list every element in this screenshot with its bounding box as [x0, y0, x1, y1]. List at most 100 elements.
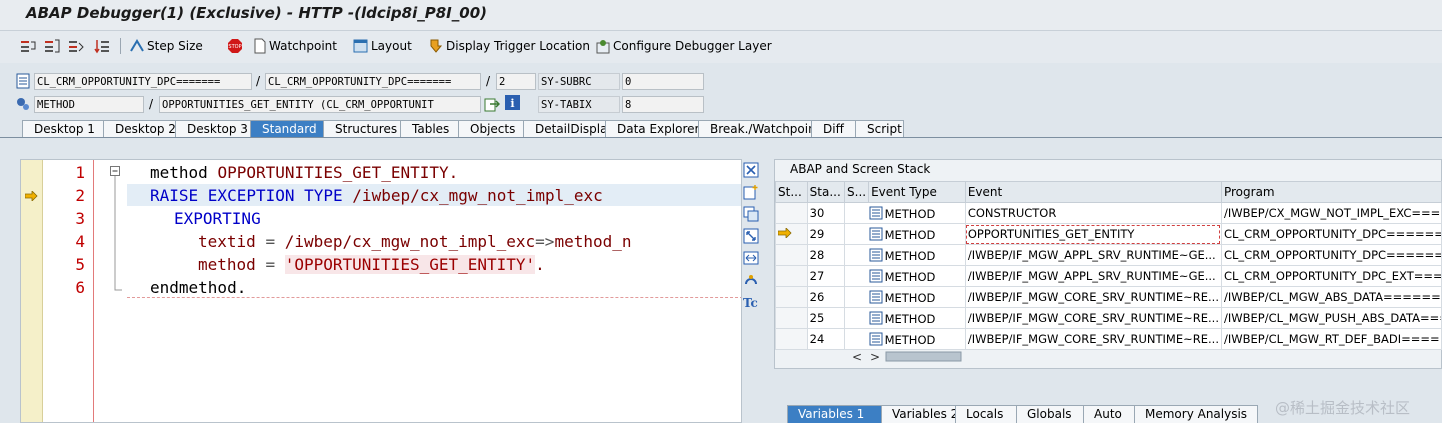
code-line-6: endmethod.	[150, 278, 246, 297]
stack-column-header[interactable]: Sta...	[806, 181, 846, 203]
new-tool-icon[interactable]	[743, 184, 759, 200]
stack-program: /IWBEP/CL_MGW_PUSH_ABS_DATA===	[1220, 307, 1442, 329]
window-title: ABAP Debugger(1) (Exclusive) - HTTP -(ld…	[26, 4, 487, 22]
sy-tabix-value[interactable]: 8	[622, 96, 704, 113]
stack-row[interactable]: 29 METHOD OPPORTUNITIES_GET_ENTITY CL_CRM_O…	[775, 223, 1442, 245]
program-field[interactable]: CL_CRM_OPPORTUNITY_DPC=======	[34, 73, 252, 90]
static-access-operator: =>	[535, 232, 555, 251]
continue-icon[interactable]	[94, 38, 110, 54]
tab-detaildisplay[interactable]: DetailDisplay	[523, 120, 615, 137]
method-icon	[869, 311, 883, 324]
stack-column-header[interactable]: Event	[964, 181, 1222, 203]
close-tool-icon[interactable]	[743, 162, 759, 178]
stack-event-type: METHOD	[868, 307, 966, 329]
current-marker-cell	[775, 244, 808, 266]
tab-tables[interactable]: Tables	[400, 120, 459, 137]
method-icon	[869, 290, 883, 303]
event-type-text: METHOD	[884, 311, 936, 326]
breakpoint-gutter[interactable]	[21, 160, 43, 422]
stack-column-header[interactable]: Event Type	[868, 181, 966, 203]
svg-text:STOP: STOP	[228, 44, 241, 50]
method-name: OPPORTUNITIES_GET_ENTITY	[217, 163, 449, 182]
include-field[interactable]: CL_CRM_OPPORTUNITY_DPC=======	[265, 73, 481, 90]
exception-class: /iwbep/cx_mgw_not_impl_exc	[352, 186, 603, 205]
layout-button[interactable]: Layout	[353, 37, 412, 55]
stack-program: /IWBEP/CX_MGW_NOT_IMPL_EXC===	[1220, 202, 1442, 224]
tab-variables-1[interactable]: Variables 1	[787, 405, 882, 423]
line-number: 2	[75, 186, 85, 205]
current-marker-cell	[775, 328, 808, 350]
display-trigger-location-button[interactable]: Display Trigger Location	[428, 37, 590, 55]
tab-desktop-2[interactable]: Desktop 2	[103, 120, 176, 137]
stack-level: 27	[806, 265, 846, 287]
sy-subrc-value[interactable]: 0	[622, 73, 704, 90]
keyword: RAISE EXCEPTION TYPE	[150, 186, 343, 205]
settings-tool-icon[interactable]: Tc	[743, 294, 759, 310]
stack-program: CL_CRM_OPPORTUNITY_DPC=======	[1220, 244, 1442, 266]
stack-level: 29	[806, 223, 846, 245]
tab-diff[interactable]: Diff	[811, 120, 856, 137]
tab-script[interactable]: Script	[855, 120, 904, 137]
line-field[interactable]: 2	[496, 73, 536, 90]
current-marker-cell	[775, 223, 808, 245]
display-trigger-location-label: Display Trigger Location	[446, 39, 590, 53]
stack-event-type: METHOD	[868, 202, 966, 224]
stack-event: /IWBEP/IF_MGW_CORE_SRV_RUNTIME~RE...	[964, 328, 1222, 350]
stack-column-header[interactable]: St...	[775, 181, 808, 203]
return-icon[interactable]	[68, 38, 84, 54]
tab-globals[interactable]: Globals	[1016, 405, 1084, 423]
watchpoint-label: Watchpoint	[269, 39, 337, 53]
event-type-field[interactable]: METHOD	[34, 96, 144, 113]
horizontal-scrollbar[interactable]: < >	[848, 350, 968, 363]
tab-auto[interactable]: Auto	[1083, 405, 1135, 423]
stack-level: 28	[806, 244, 846, 266]
code-line-4: textid = /iwbep/cx_mgw_not_impl_exc=>met…	[198, 232, 632, 251]
stack-event: /IWBEP/IF_MGW_CORE_SRV_RUNTIME~RE...	[964, 286, 1222, 308]
swap-tool-icon[interactable]	[743, 250, 759, 266]
tab-structures[interactable]: Structures	[323, 120, 401, 137]
stack-status-cell	[844, 244, 869, 266]
watchpoint-button[interactable]: Watchpoint	[253, 37, 337, 55]
tab-variables-2[interactable]: Variables 2	[881, 405, 958, 423]
stack-row[interactable]: 30 METHOD CONSTRUCTOR/IWBEP/CX_MGW_NOT_IMP…	[775, 202, 1442, 224]
configure-debugger-layer-button[interactable]: Configure Debugger Layer	[595, 37, 772, 55]
execute-step-icon[interactable]	[44, 38, 60, 54]
stack-event-type: METHOD	[868, 244, 966, 266]
navigate-to-source-icon[interactable]	[484, 96, 500, 112]
tab-data-explorer[interactable]: Data Explorer	[605, 120, 699, 137]
stack-row[interactable]: 24 METHOD/IWBEP/IF_MGW_CORE_SRV_RUNTIME~R…	[775, 328, 1442, 350]
replace-tool-icon[interactable]	[743, 206, 759, 222]
tab-desktop-3[interactable]: Desktop 3	[175, 120, 251, 137]
info-icon[interactable]: i	[505, 95, 520, 110]
stack-column-header[interactable]: Program	[1220, 181, 1442, 203]
tab-memory-analysis[interactable]: Memory Analysis	[1134, 405, 1258, 423]
event-field[interactable]: OPPORTUNITIES_GET_ENTITY (CL_CRM_OPPORTU…	[159, 96, 481, 113]
collapse-block-icon[interactable]	[110, 166, 122, 296]
stack-row[interactable]: 27 METHOD/IWBEP/IF_MGW_APPL_SRV_RUNTIME~G…	[775, 265, 1442, 287]
stack-row[interactable]: 26 METHOD/IWBEP/IF_MGW_CORE_SRV_RUNTIME~R…	[775, 286, 1442, 308]
operator: =	[265, 255, 276, 274]
stack-event-type: METHOD	[868, 223, 966, 245]
tab-desktop-1[interactable]: Desktop 1	[22, 120, 104, 137]
stack-program: CL_CRM_OPPORTUNITY_DPC=======	[1220, 223, 1442, 245]
stack-level: 26	[806, 286, 846, 308]
event-type-text: METHOD	[884, 269, 936, 284]
stack-column-header[interactable]: S...	[844, 181, 870, 203]
services-tool-icon[interactable]	[743, 272, 759, 288]
tab-objects[interactable]: Objects	[458, 120, 524, 137]
stack-row[interactable]: 25 METHOD/IWBEP/IF_MGW_CORE_SRV_RUNTIME~R…	[775, 307, 1442, 329]
source-code-editor[interactable]: 1 2 3 4 5 6 method OPPORTUNITIES_GET_ENT…	[20, 159, 742, 423]
step-size-button[interactable]: Step Size	[129, 37, 203, 55]
tab-break-watchpoints[interactable]: Break./Watchpoints	[698, 120, 827, 137]
svg-text:>: >	[870, 350, 880, 363]
method-icon	[869, 227, 883, 240]
stack-row[interactable]: 28 METHOD/IWBEP/IF_MGW_APPL_SRV_RUNTIME~G…	[775, 244, 1442, 266]
stack-title: ABAP and Screen Stack	[790, 162, 931, 176]
tab-locals[interactable]: Locals	[955, 405, 1017, 423]
maximize-tool-icon[interactable]	[743, 228, 759, 244]
stop-icon[interactable]: STOP	[227, 38, 243, 54]
current-frame-arrow-icon	[777, 227, 792, 239]
single-step-icon[interactable]	[20, 38, 36, 54]
operator: =	[265, 232, 276, 251]
tab-standard[interactable]: Standard	[250, 120, 324, 137]
